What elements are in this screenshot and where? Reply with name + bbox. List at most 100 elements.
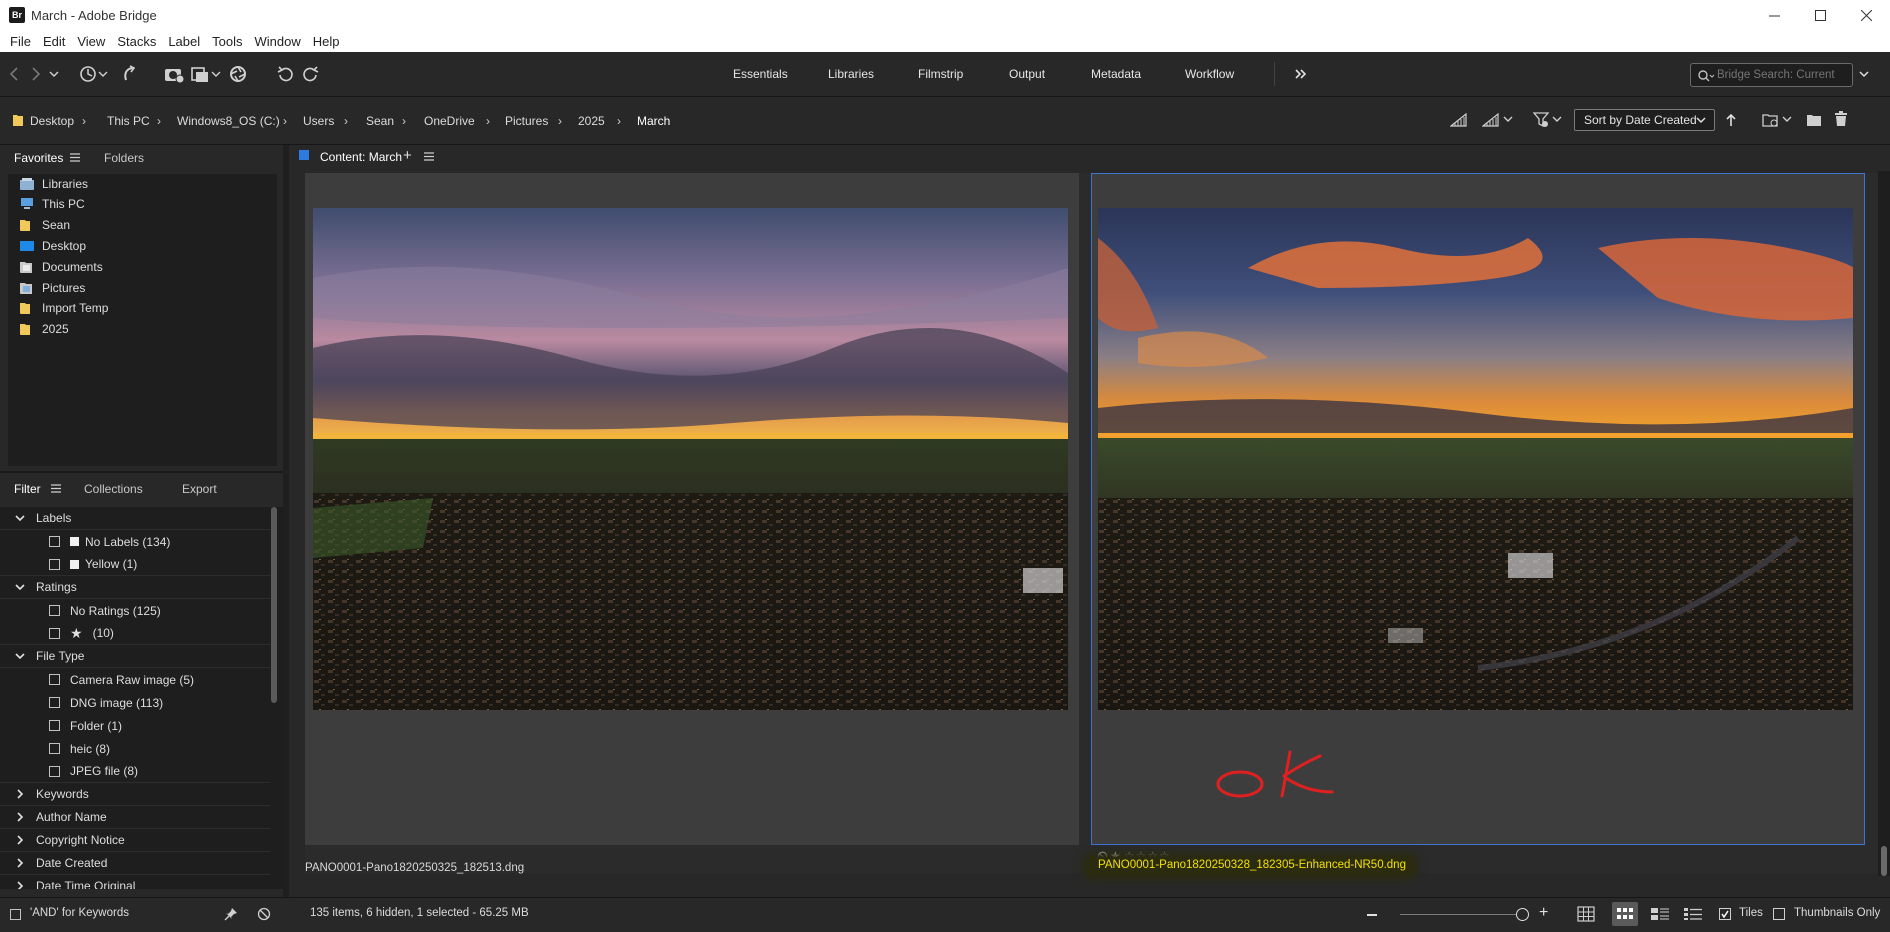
search-options-chevron-icon[interactable] — [1858, 63, 1870, 85]
forward-icon[interactable] — [30, 63, 42, 85]
thumbnail-filename[interactable]: PANO0001-Pano1820250325_182513.dng — [305, 862, 524, 874]
filter-section-file-type[interactable]: File Type — [0, 645, 270, 668]
filter-item-no-labels[interactable]: No Labels (134) — [0, 530, 270, 553]
workspace-metadata[interactable]: Metadata — [1091, 67, 1141, 81]
new-folder-icon[interactable] — [1806, 112, 1822, 128]
filter-checkbox[interactable] — [49, 765, 60, 777]
thumbnail-quality-icon[interactable] — [1450, 113, 1468, 127]
filter-panel-menu-icon[interactable] — [51, 484, 61, 493]
tab-export[interactable]: Export — [182, 482, 217, 496]
thumbnail-filename-selected[interactable]: PANO0001-Pano1820250328_182305-Enhanced-… — [1086, 857, 1414, 875]
scrollbar-thumb[interactable] — [271, 507, 277, 703]
menu-label[interactable]: Label — [162, 34, 206, 49]
scrollbar-thumb[interactable] — [1881, 846, 1887, 876]
filter-checkbox[interactable] — [49, 605, 60, 616]
bridge-search-box[interactable] — [1690, 63, 1853, 87]
delete-icon[interactable] — [1834, 111, 1848, 127]
breadcrumb-sean[interactable]: Sean — [366, 114, 394, 128]
favorites-panel-menu-icon[interactable] — [70, 153, 80, 162]
content-scrollbar[interactable] — [1878, 171, 1890, 876]
favorite-pictures[interactable]: Pictures — [20, 278, 85, 298]
filter-items-icon[interactable] — [1533, 112, 1565, 128]
content-tab-title[interactable]: Content: March — [320, 150, 402, 164]
filter-section-copyright-notice[interactable]: Copyright Notice — [0, 829, 270, 852]
workspace-libraries[interactable]: Libraries — [828, 67, 874, 81]
recent-history-icon[interactable] — [78, 63, 108, 85]
parent-folder-dropdown-icon[interactable] — [48, 63, 60, 85]
filter-checkbox[interactable] — [49, 558, 60, 570]
filter-item-yellow[interactable]: Yellow (1) — [0, 553, 270, 576]
tab-filter[interactable]: Filter — [14, 482, 41, 496]
rotate-right-icon[interactable] — [300, 63, 320, 85]
get-photos-from-camera-icon[interactable] — [163, 63, 185, 85]
favorite-documents[interactable]: Documents — [20, 257, 103, 277]
tab-favorites[interactable]: Favorites — [14, 151, 63, 165]
thumbnail-cell-selected[interactable] — [1091, 173, 1865, 845]
filter-item-folder[interactable]: Folder (1) — [0, 714, 270, 737]
favorite-this-pc[interactable]: This PC — [20, 194, 85, 214]
menu-window[interactable]: Window — [249, 34, 307, 49]
menu-view[interactable]: View — [71, 34, 111, 49]
return-to-photoshop-icon[interactable] — [120, 63, 138, 85]
sort-by-rating-icon[interactable] — [1482, 113, 1516, 127]
menu-edit[interactable]: Edit — [37, 34, 71, 49]
sort-ascending-icon[interactable] — [1725, 113, 1737, 127]
filter-checkbox[interactable] — [49, 674, 60, 685]
open-in-camera-raw-icon[interactable] — [228, 63, 248, 85]
menu-tools[interactable]: Tools — [206, 34, 248, 49]
filter-section-ratings[interactable]: Ratings — [0, 576, 270, 599]
thumbnail-size-slider[interactable] — [1400, 914, 1520, 915]
favorite-import-temp[interactable]: Import Temp — [20, 298, 108, 318]
filter-section-labels[interactable]: Labels — [0, 507, 270, 530]
filter-checkbox[interactable] — [49, 627, 60, 639]
workspace-output[interactable]: Output — [1009, 67, 1045, 81]
filter-section-author-name[interactable]: Author Name — [0, 806, 270, 829]
sort-dropdown[interactable]: Sort by Date Created — [1574, 109, 1715, 131]
search-input[interactable] — [1717, 67, 1847, 83]
view-thumbnails-button[interactable] — [1612, 902, 1638, 926]
content-panel-menu-icon[interactable] — [424, 152, 434, 161]
refine-dropdown-icon[interactable] — [190, 63, 222, 85]
slider-handle[interactable] — [1516, 908, 1529, 921]
breadcrumb-this-pc[interactable]: This PC — [107, 114, 150, 128]
zoom-in-icon[interactable]: + — [1539, 904, 1548, 922]
filter-item-camera-raw[interactable]: Camera Raw image (5) — [0, 668, 270, 691]
menu-stacks[interactable]: Stacks — [111, 34, 162, 49]
thumbnail-cell[interactable] — [305, 173, 1079, 845]
filter-item-dng[interactable]: DNG image (113) — [0, 691, 270, 714]
filter-section-keywords[interactable]: Keywords — [0, 783, 270, 806]
panel-splitter[interactable] — [0, 471, 283, 473]
more-workspaces-icon[interactable] — [1294, 63, 1308, 85]
maximize-button[interactable] — [1797, 0, 1843, 30]
open-recent-file-icon[interactable] — [1762, 112, 1794, 128]
keep-filter-pin-icon[interactable] — [224, 907, 238, 921]
filter-item-heic[interactable]: heic (8) — [0, 737, 270, 760]
workspace-workflow[interactable]: Workflow — [1185, 67, 1234, 81]
workspace-filmstrip[interactable]: Filmstrip — [918, 67, 963, 81]
favorite-desktop[interactable]: Desktop — [20, 236, 86, 256]
minimize-button[interactable] — [1751, 0, 1797, 30]
thumbnails-only-checkbox[interactable] — [1773, 908, 1785, 920]
workspace-essentials[interactable]: Essentials — [733, 67, 788, 81]
filter-section-date-created[interactable]: Date Created — [0, 852, 270, 875]
tab-collections[interactable]: Collections — [84, 482, 143, 496]
filter-scrollbar[interactable] — [270, 507, 278, 887]
zoom-out-icon[interactable] — [1367, 914, 1377, 916]
breadcrumb-pictures[interactable]: Pictures — [505, 114, 548, 128]
favorite-2025[interactable]: 2025 — [20, 319, 69, 339]
filter-section-date-time-original[interactable]: Date Time Original — [0, 875, 270, 889]
add-tab-icon[interactable]: + — [403, 147, 412, 164]
and-keywords-checkbox[interactable] — [10, 909, 21, 920]
breadcrumb-march[interactable]: March — [637, 114, 670, 128]
filter-checkbox[interactable] — [49, 536, 60, 547]
favorite-libraries[interactable]: Libraries — [20, 174, 88, 194]
tiles-checkbox[interactable] — [1719, 908, 1731, 920]
breadcrumb-users[interactable]: Users — [303, 114, 334, 128]
breadcrumb-2025[interactable]: 2025 — [578, 114, 605, 128]
filter-item-jpeg[interactable]: JPEG file (8) — [0, 760, 270, 783]
filter-item-no-ratings[interactable]: No Ratings (125) — [0, 599, 270, 622]
clear-filter-icon[interactable] — [257, 907, 271, 921]
filter-checkbox[interactable] — [49, 743, 60, 754]
back-icon[interactable] — [8, 63, 20, 85]
breadcrumb-desktop[interactable]: Desktop — [30, 114, 74, 128]
